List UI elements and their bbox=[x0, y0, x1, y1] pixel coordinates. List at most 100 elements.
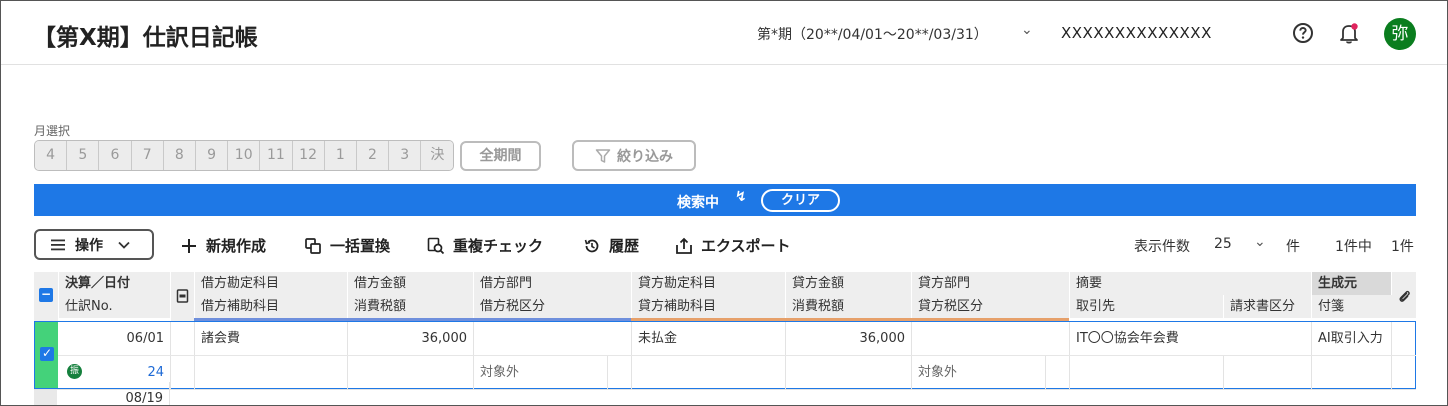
duplicate-check-button[interactable]: 重複チェック bbox=[427, 235, 543, 256]
cell-icon-top bbox=[171, 322, 195, 355]
per-page-unit: 件 bbox=[1286, 239, 1300, 255]
page-title: 【第X期】仕訳日記帳 bbox=[33, 25, 258, 51]
cell-date[interactable]: 08/19 bbox=[57, 382, 170, 405]
chevron-down-icon[interactable]: ⌄ bbox=[1254, 234, 1266, 250]
history-button[interactable]: 履歴 bbox=[583, 235, 639, 256]
history-icon bbox=[584, 239, 599, 252]
col-header-entry-no[interactable]: 仕訳No. bbox=[58, 295, 170, 318]
export-icon bbox=[676, 237, 692, 254]
col-header-credit-tax-amount[interactable]: 消費税額 bbox=[785, 295, 911, 318]
month-button-group: 4 5 6 7 8 9 10 11 12 1 2 3 決 bbox=[34, 140, 455, 171]
month-button[interactable]: 3 bbox=[389, 141, 422, 170]
clear-search-button[interactable]: クリア bbox=[761, 189, 840, 212]
attachment-icon bbox=[1399, 290, 1410, 302]
col-header-debit-account[interactable]: 借方勘定科目 bbox=[194, 272, 347, 295]
cell-credit-tax-category[interactable]: 対象外 bbox=[912, 356, 1046, 389]
table-row[interactable]: 08/19 bbox=[34, 382, 1416, 405]
col-header-credit-dept[interactable]: 貸方部門 bbox=[911, 272, 1069, 295]
col-header-debit-tax-amount[interactable]: 消費税額 bbox=[347, 295, 473, 318]
per-page-select[interactable]: 25 bbox=[1214, 236, 1232, 252]
company-name[interactable]: XXXXXXXXXXXXXX bbox=[1061, 24, 1212, 42]
month-button[interactable]: 11 bbox=[260, 141, 293, 170]
cell-debit-tax-amount[interactable] bbox=[348, 356, 474, 389]
duplicate-search-icon bbox=[427, 237, 445, 254]
bulk-replace-button[interactable]: 一括置換 bbox=[304, 235, 390, 256]
period-selector[interactable]: 第*期（20**/04/01〜20**/03/31） bbox=[757, 24, 988, 44]
cell-credit-sub-account[interactable] bbox=[632, 356, 786, 389]
help-icon[interactable] bbox=[1292, 22, 1314, 44]
search-status-label: 検索中 bbox=[677, 195, 719, 211]
menu-icon bbox=[51, 239, 65, 250]
table-header-row: 決算／日付 借方勘定科目 借方金額 借方部門 貸方勘定科目 貸方金額 貸方部門 … bbox=[34, 272, 1416, 295]
table-row[interactable]: ✓ 06/01 諸会費 36,000 未払金 36,000 IT〇〇協会年会費 … bbox=[34, 321, 1416, 389]
month-button[interactable]: 8 bbox=[163, 141, 196, 170]
export-label: エクスポート bbox=[701, 237, 791, 255]
cell-partner[interactable] bbox=[1070, 356, 1224, 389]
month-button[interactable]: 1 bbox=[324, 141, 357, 170]
cell-invoice-type[interactable] bbox=[1224, 356, 1312, 389]
cell-credit-amount[interactable]: 36,000 bbox=[786, 322, 912, 355]
select-all-checkbox[interactable]: − bbox=[39, 288, 53, 302]
col-header-credit-amount[interactable]: 貸方金額 bbox=[785, 272, 911, 295]
double-chevron-down-icon[interactable]: ↯ bbox=[735, 189, 747, 205]
new-entry-button[interactable]: 新規作成 bbox=[180, 235, 266, 256]
select-all-column: − bbox=[34, 272, 58, 321]
col-header-credit-tax-category[interactable]: 貸方税区分 bbox=[911, 295, 1069, 318]
col-header-partner[interactable]: 取引先 bbox=[1069, 295, 1223, 318]
total-count: 1件 bbox=[1391, 239, 1414, 255]
month-button[interactable]: 4 bbox=[35, 141, 68, 170]
col-header-credit-account[interactable]: 貸方勘定科目 bbox=[631, 272, 785, 295]
filter-button[interactable]: 絞り込み bbox=[572, 140, 696, 171]
month-button[interactable]: 6 bbox=[99, 141, 132, 170]
cell-credit-account[interactable]: 未払金 bbox=[632, 322, 786, 355]
cell-sticky-note[interactable] bbox=[1312, 356, 1392, 389]
cell-memo[interactable]: IT〇〇協会年会費 bbox=[1070, 322, 1312, 355]
col-header-debit-dept[interactable]: 借方部門 bbox=[473, 272, 631, 295]
bulk-replace-label: 一括置換 bbox=[330, 237, 391, 255]
cell-debit-tax-category[interactable]: 対象外 bbox=[474, 356, 608, 389]
cell-debit-sub-account[interactable] bbox=[195, 356, 348, 389]
month-button-settlement[interactable]: 決 bbox=[421, 141, 454, 170]
filter-button-label: 絞り込み bbox=[617, 148, 673, 165]
chevron-down-icon[interactable]: ⌄ bbox=[1021, 22, 1033, 38]
col-header-sticky-note[interactable]: 付箋 bbox=[1311, 295, 1391, 318]
journal-table: 決算／日付 借方勘定科目 借方金額 借方部門 貸方勘定科目 貸方金額 貸方部門 … bbox=[34, 272, 1416, 405]
cell-date[interactable]: 06/01 bbox=[58, 322, 171, 355]
avatar[interactable]: 弥 bbox=[1384, 18, 1416, 50]
operations-label: 操作 bbox=[75, 237, 103, 254]
col-header-invoice-type[interactable]: 請求書区分 bbox=[1223, 295, 1311, 318]
cell-debit-amount[interactable]: 36,000 bbox=[348, 322, 474, 355]
month-button[interactable]: 9 bbox=[195, 141, 229, 170]
month-button[interactable]: 7 bbox=[131, 141, 164, 170]
chevron-down-icon bbox=[118, 241, 130, 249]
cell-credit-dept[interactable] bbox=[912, 322, 1070, 355]
operations-menu-button[interactable]: 操作 bbox=[34, 229, 154, 260]
table-header-row: 仕訳No. 借方補助科目 消費税額 借方税区分 貸方補助科目 消費税額 貸方税区… bbox=[34, 295, 1416, 318]
cell-debit-dept[interactable] bbox=[474, 322, 632, 355]
col-header-credit-sub-account[interactable]: 貸方補助科目 bbox=[631, 295, 785, 318]
col-header-debit-sub-account[interactable]: 借方補助科目 bbox=[194, 295, 347, 318]
month-button[interactable]: 10 bbox=[228, 141, 261, 170]
col-header-debit-tax-category[interactable]: 借方税区分 bbox=[473, 295, 631, 318]
month-button[interactable]: 12 bbox=[292, 141, 325, 170]
row-checkbox[interactable]: ✓ bbox=[40, 347, 54, 361]
icon-column-header bbox=[170, 272, 194, 321]
col-header-memo[interactable]: 摘要 bbox=[1069, 272, 1311, 295]
bell-icon[interactable] bbox=[1338, 21, 1360, 45]
all-period-button[interactable]: 全期間 bbox=[460, 141, 541, 171]
month-select-label: 月選択 bbox=[34, 124, 71, 138]
col-header-debit-amount[interactable]: 借方金額 bbox=[347, 272, 473, 295]
export-button[interactable]: エクスポート bbox=[675, 235, 791, 256]
row-strip bbox=[34, 390, 57, 405]
search-status-bar: 検索中 ↯ クリア bbox=[34, 184, 1416, 216]
replace-icon bbox=[305, 237, 321, 254]
app-window: 【第X期】仕訳日記帳 第*期（20**/04/01〜20**/03/31） ⌄ … bbox=[0, 0, 1448, 406]
month-button[interactable]: 5 bbox=[67, 141, 100, 170]
col-header-date[interactable]: 決算／日付 bbox=[58, 272, 170, 295]
month-button[interactable]: 2 bbox=[356, 141, 390, 170]
per-page-label: 表示件数 bbox=[1134, 239, 1190, 255]
cell-debit-account[interactable]: 諸会費 bbox=[195, 322, 348, 355]
cell-credit-tax-amount[interactable] bbox=[786, 356, 912, 389]
cell-source: AI取引入力 bbox=[1312, 322, 1392, 355]
col-header-source[interactable]: 生成元 bbox=[1311, 272, 1391, 295]
